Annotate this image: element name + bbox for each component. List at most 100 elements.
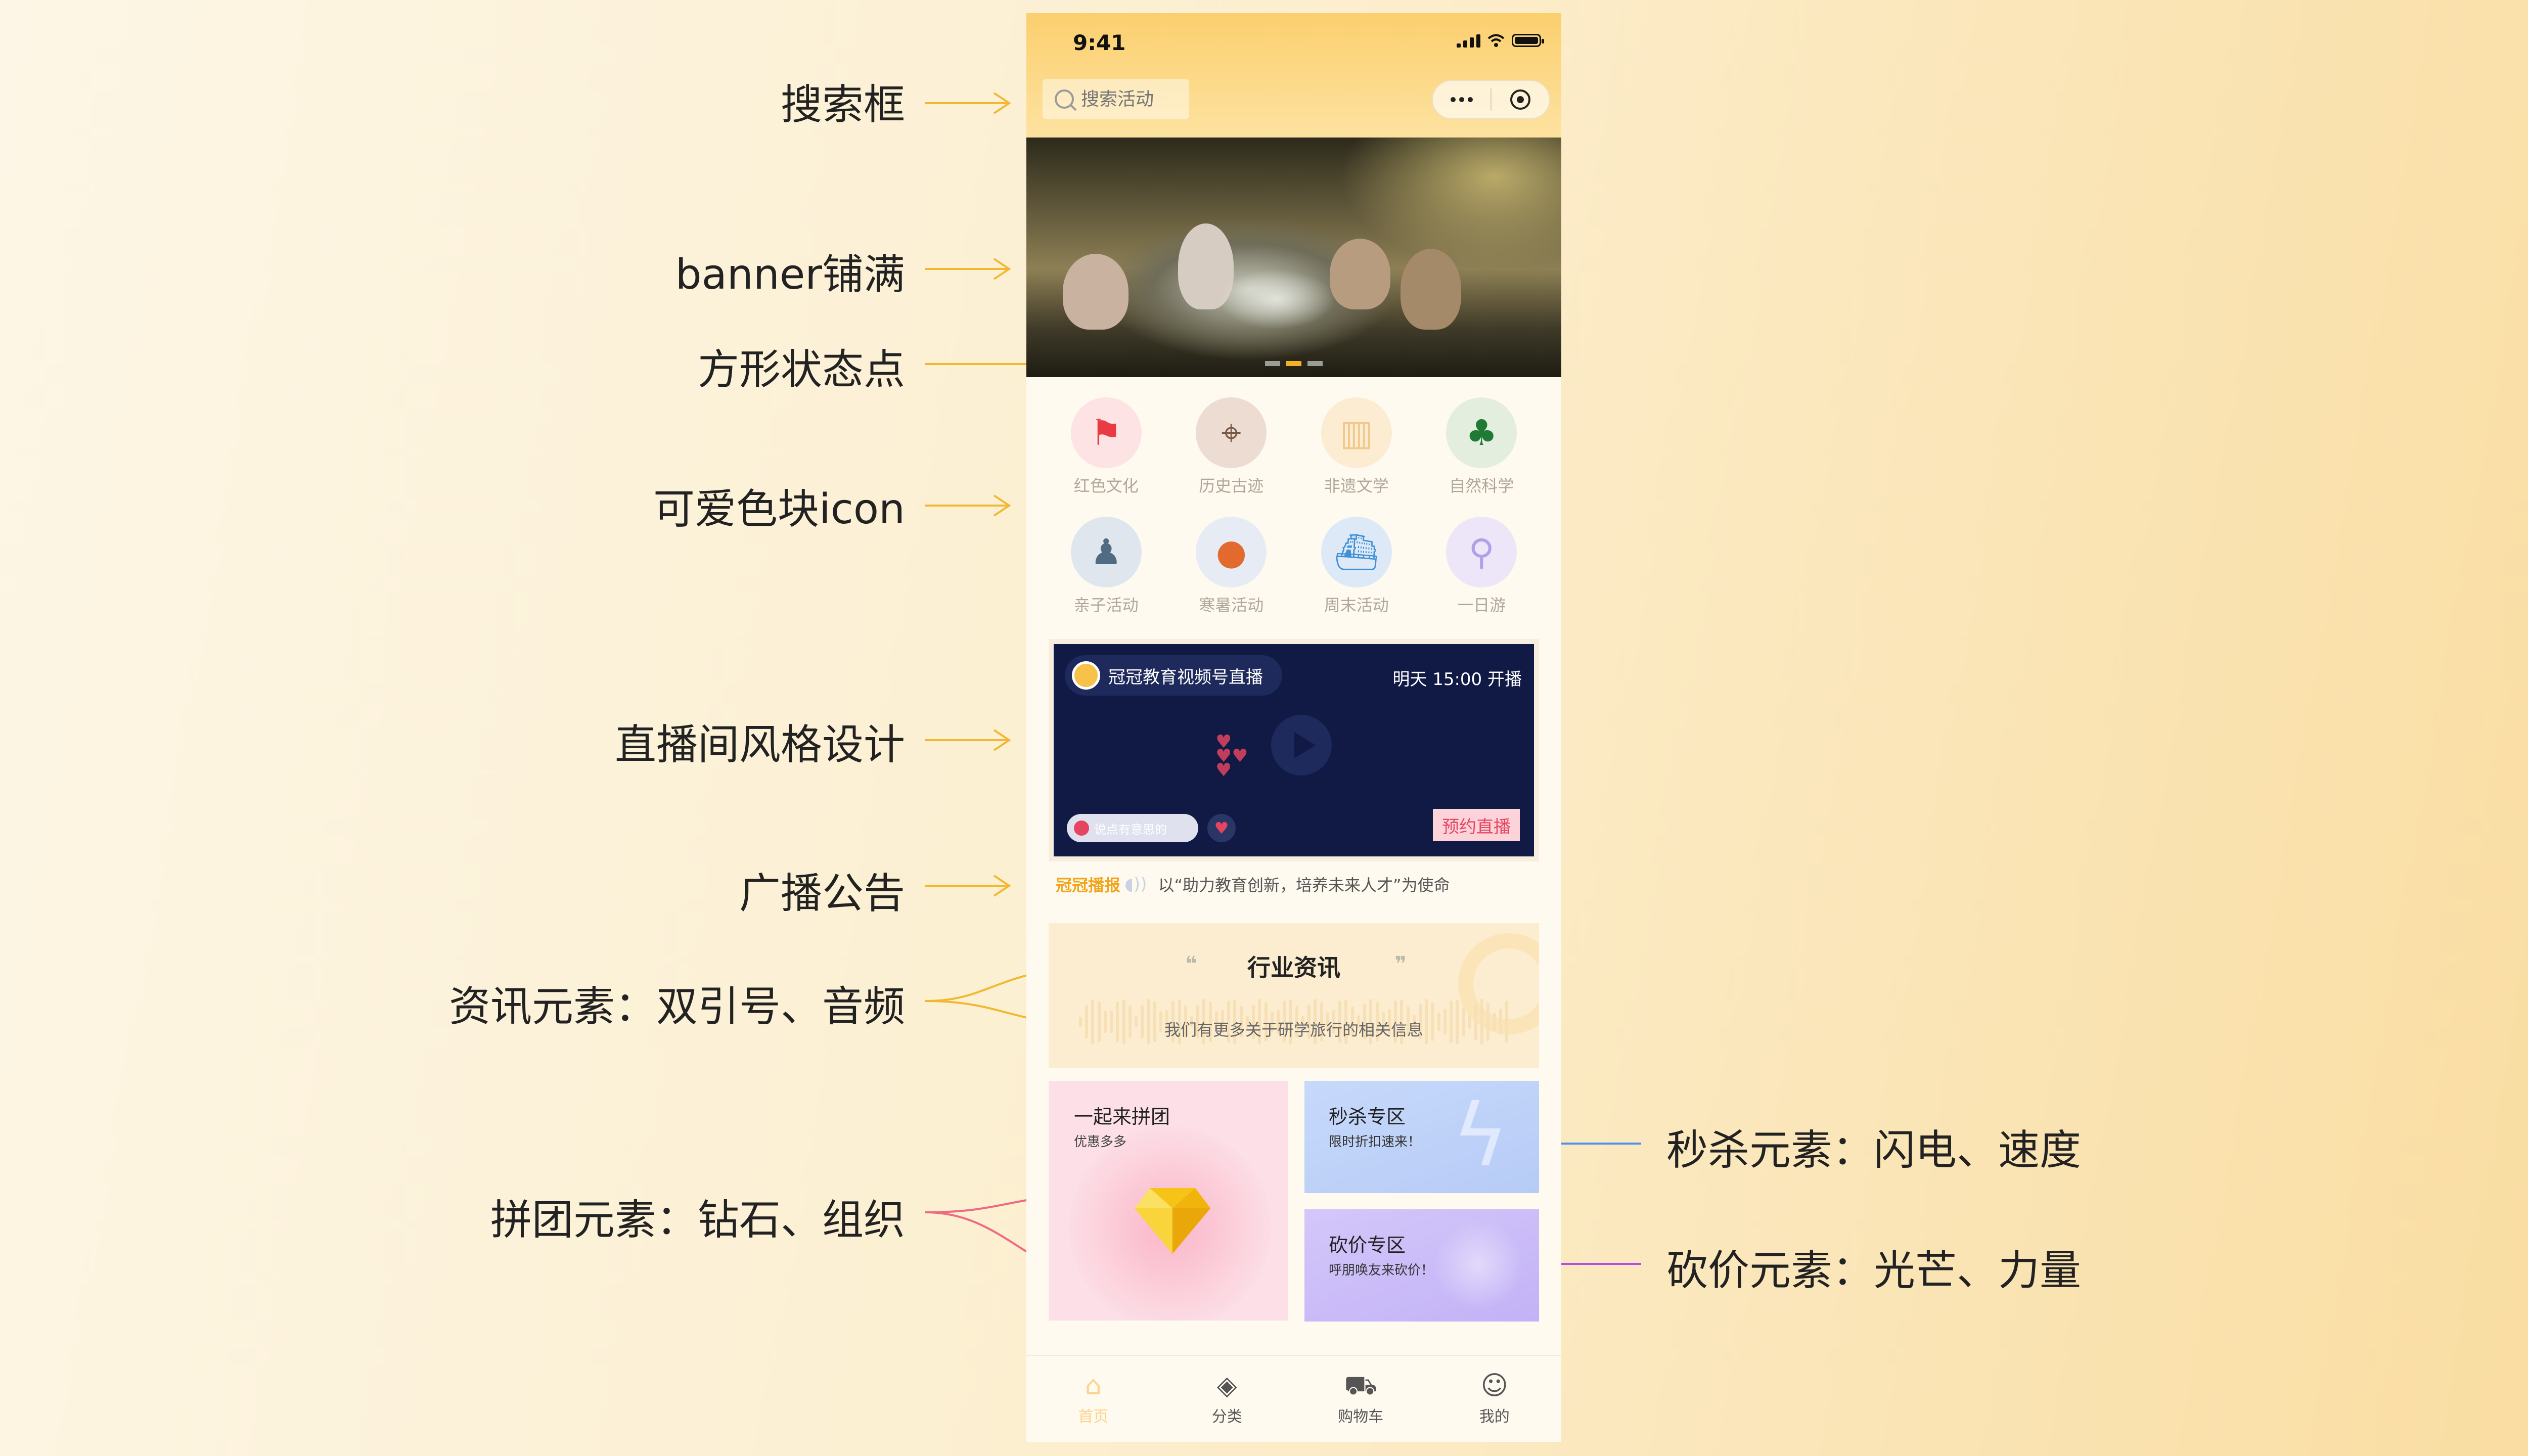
layers-icon: ◈ — [1216, 1371, 1237, 1401]
annotation-dots: 方形状态点 — [697, 346, 905, 394]
group-buy-card[interactable]: 一起来拼团 优惠多多 — [1049, 1081, 1288, 1321]
annotation-news: 资讯元素：双引号、音频 — [448, 983, 905, 1031]
live-channel-chip[interactable]: 冠冠教育视频号直播 — [1065, 655, 1282, 696]
category-label: 非遗文学 — [1324, 476, 1389, 495]
category-label: 寒暑活动 — [1199, 596, 1264, 615]
tab-mine[interactable]: ☺ 我的 — [1428, 1356, 1562, 1442]
category-item-heritage[interactable]: ▥ 非遗文学 — [1294, 397, 1419, 496]
bargain-card[interactable]: 砍价专区 呼朋唤友来砍价！ — [1304, 1209, 1539, 1322]
phone-screen: 9:41 ⚑ 红色文化 — [1026, 13, 1561, 1442]
annotation-bargain: 砍价元素：光芒、力量 — [1666, 1247, 2082, 1295]
annotation-flash: 秒杀元素：闪电、速度 — [1666, 1126, 2082, 1174]
annotation-icon: 可爱色块icon — [653, 485, 905, 533]
bargain-title: 砍价专区 — [1329, 1234, 1406, 1256]
bicycle-icon: ⚲ — [1446, 517, 1517, 587]
live-start-time: 明天 15:00 开播 — [1392, 669, 1522, 690]
category-label: 自然科学 — [1449, 476, 1514, 495]
category-item-holiday[interactable]: ● 寒暑活动 — [1169, 517, 1294, 616]
status-icons — [1457, 33, 1544, 48]
tab-cart[interactable]: ⛟ 购物车 — [1294, 1356, 1428, 1442]
palm-tree-icon: ♣ — [1446, 397, 1517, 468]
industry-news-card[interactable]: ❝ ❞ 行业资讯 我们有更多关于研学旅行的相关信息 — [1049, 923, 1539, 1068]
family-icon: ♟ — [1070, 517, 1142, 587]
notice-title: 冠冠播报 — [1056, 876, 1121, 895]
glow-icon — [1433, 1219, 1524, 1310]
category-label: 亲子活动 — [1073, 596, 1139, 615]
category-item-day-trip[interactable]: ⚲ 一日游 — [1419, 517, 1545, 616]
category-item-weekend[interactable]: ⛴ 周末活动 — [1294, 517, 1419, 616]
wifi-icon — [1487, 34, 1505, 47]
category-item-science[interactable]: ♣ 自然科学 — [1419, 397, 1545, 496]
group-title: 一起来拼团 — [1074, 1106, 1170, 1128]
category-item-history[interactable]: ⌖ 历史古迹 — [1169, 397, 1294, 496]
speaker-icon: ◖)) — [1124, 874, 1147, 894]
category-label: 历史古迹 — [1199, 476, 1264, 495]
live-channel-name: 冠冠教育视频号直播 — [1108, 667, 1263, 688]
home-icon: ⌂ — [1085, 1371, 1102, 1401]
map-pin-icon: ⌖ — [1196, 397, 1267, 468]
book-live-button[interactable]: 预约直播 — [1433, 809, 1520, 841]
tab-home[interactable]: ⌂ 首页 — [1026, 1356, 1160, 1442]
hearts-icon: ♥ ♥♥ ♥ — [1215, 732, 1248, 781]
search-input[interactable] — [1081, 88, 1182, 110]
news-title: 行业资讯 — [1247, 954, 1340, 981]
banner-dots — [1026, 361, 1561, 366]
heart-icon: ♥ — [1214, 818, 1229, 838]
more-icon — [1451, 97, 1473, 102]
banner-dot-active[interactable] — [1286, 361, 1301, 366]
diamond-icon — [1135, 1188, 1210, 1254]
close-button[interactable] — [1492, 81, 1549, 118]
news-subtitle: 我们有更多关于研学旅行的相关信息 — [1164, 1020, 1423, 1039]
tab-label: 首页 — [1078, 1408, 1109, 1426]
search-icon — [1055, 89, 1074, 109]
banner-dot[interactable] — [1307, 361, 1323, 366]
comment-input[interactable]: 说点有意思的 — [1067, 814, 1198, 842]
play-icon[interactable] — [1271, 715, 1332, 776]
group-subtitle: 优惠多多 — [1074, 1134, 1127, 1150]
annotation-live: 直播间风格设计 — [614, 721, 905, 769]
top-bar: 9:41 — [1026, 13, 1561, 138]
notice-text: 以“助力教育创新，培养未来人才”为使命 — [1158, 876, 1450, 895]
category-item-red-culture[interactable]: ⚑ 红色文化 — [1044, 397, 1169, 496]
annotation-group: 拼团元素：钻石、组织 — [490, 1196, 905, 1244]
annotation-notice: 广播公告 — [739, 870, 905, 918]
category-label: 红色文化 — [1073, 476, 1139, 495]
search-box[interactable] — [1043, 79, 1189, 119]
category-label: 一日游 — [1457, 596, 1506, 615]
ship-icon: ⛴ — [1321, 517, 1392, 587]
category-item-family[interactable]: ♟ 亲子活动 — [1044, 517, 1169, 616]
red-flag-icon: ⚑ — [1070, 397, 1142, 468]
annotation-banner: banner铺满 — [675, 251, 905, 299]
user-icon: ☺ — [1480, 1371, 1508, 1401]
comment-placeholder: 说点有意思的 — [1094, 822, 1167, 837]
category-label: 周末活动 — [1324, 596, 1389, 615]
lightning-icon: ϟ — [1452, 1086, 1509, 1186]
flash-title: 秒杀专区 — [1329, 1106, 1406, 1128]
tab-label: 我的 — [1479, 1408, 1510, 1426]
tab-label: 分类 — [1211, 1408, 1242, 1426]
tab-bar: ⌂ 首页 ◈ 分类 ⛟ 购物车 ☺ 我的 — [1026, 1355, 1561, 1442]
signal-icon — [1457, 33, 1480, 48]
like-button[interactable]: ♥ — [1207, 814, 1236, 842]
banner-carousel[interactable] — [1026, 138, 1561, 377]
status-time: 9:41 — [1073, 30, 1126, 55]
mini-program-capsule — [1432, 80, 1550, 119]
balloon-icon: ● — [1196, 517, 1267, 587]
more-button[interactable] — [1433, 81, 1491, 118]
target-icon — [1510, 89, 1530, 110]
flash-subtitle: 限时折扣速来！ — [1329, 1134, 1421, 1150]
annotation-search: 搜索框 — [780, 81, 905, 129]
banner-dot[interactable] — [1265, 361, 1280, 366]
tab-category[interactable]: ◈ 分类 — [1160, 1356, 1294, 1442]
flash-sale-card[interactable]: ϟ 秒杀专区 限时折扣速来！ — [1304, 1081, 1539, 1193]
notice-bar[interactable]: 冠冠播报 ◖)) 以“助力教育创新，培养未来人才”为使命 — [1056, 873, 1536, 896]
tab-label: 购物车 — [1338, 1408, 1384, 1426]
comment-icon — [1074, 821, 1089, 836]
book-icon: ▥ — [1321, 397, 1392, 468]
avatar — [1072, 661, 1100, 690]
live-stream-card[interactable]: 冠冠教育视频号直播 明天 15:00 开播 ♥ ♥♥ ♥ 说点有意思的 ♥ 预约直播 — [1049, 639, 1539, 861]
bargain-subtitle: 呼朋唤友来砍价！ — [1329, 1263, 1434, 1278]
battery-icon — [1512, 34, 1544, 47]
cart-icon: ⛟ — [1344, 1371, 1377, 1401]
category-grid: ⚑ 红色文化 ⌖ 历史古迹 ▥ 非遗文学 ♣ 自然科学 ♟ 亲子活动 ● 寒暑活… — [1044, 397, 1544, 616]
